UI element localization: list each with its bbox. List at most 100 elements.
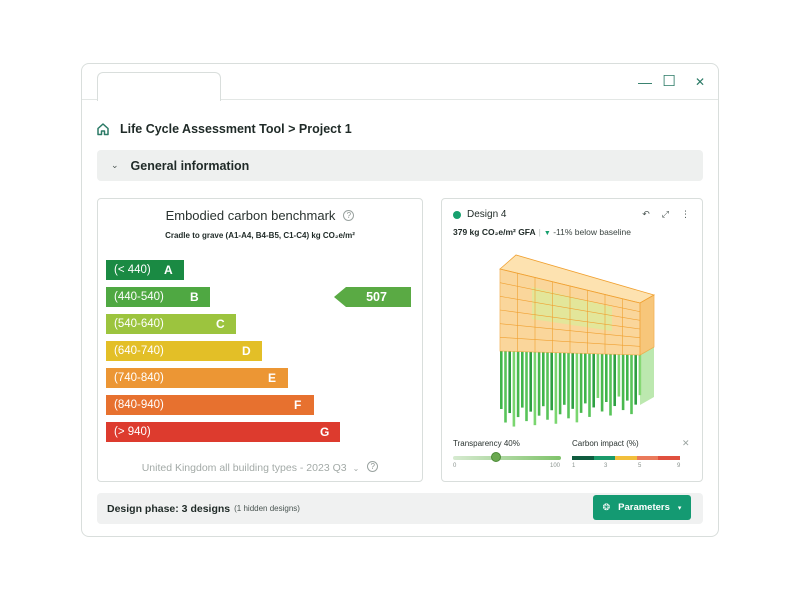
building-column xyxy=(563,352,566,405)
help-icon[interactable]: ? xyxy=(343,210,355,221)
hidden-designs-note: (1 hidden designs) xyxy=(234,504,300,513)
band-range: (540-640) xyxy=(114,318,164,330)
region-select[interactable]: United Kingdom all building types - 2023… xyxy=(98,461,422,474)
building-column xyxy=(542,352,545,407)
carbon-impact-scale xyxy=(572,456,680,460)
section-title: General information xyxy=(130,158,250,173)
building-column xyxy=(558,352,562,415)
chevron-down-icon[interactable]: ⌄ xyxy=(353,464,360,473)
building-column xyxy=(533,351,537,426)
benchmark-band-b: (440-540) B xyxy=(106,287,210,307)
building-column xyxy=(588,353,591,417)
building-column xyxy=(521,351,524,408)
design-value: 379 kg CO₂e/m² GFA xyxy=(453,227,536,237)
benchmark-title-row: Embodied carbon benchmark? xyxy=(98,208,422,223)
impact-segment xyxy=(658,456,680,460)
breadcrumb-label[interactable]: Life Cycle Assessment Tool > Project 1 xyxy=(120,122,352,136)
building-column xyxy=(621,354,625,411)
building-column xyxy=(634,354,637,405)
building-column xyxy=(537,352,541,416)
more-icon[interactable]: ⋮ xyxy=(681,209,690,220)
building-column xyxy=(546,352,549,420)
building-column xyxy=(592,353,595,408)
general-information-section[interactable]: ⌄ General information xyxy=(97,150,703,181)
building-column xyxy=(571,353,574,409)
breadcrumb: Life Cycle Assessment Tool > Project 1 xyxy=(96,120,352,138)
design-phase-bar: Design phase: 3 designs (1 hidden design… xyxy=(97,493,703,524)
home-icon[interactable] xyxy=(96,122,110,136)
building-column xyxy=(630,354,633,415)
band-grade: E xyxy=(268,371,277,385)
design-toolbar: ↶ ⤢ ⋮ xyxy=(642,209,690,220)
building-column xyxy=(613,354,616,407)
design-metric: 379 kg CO₂e/m² GFA | ▼ -11% below baseline xyxy=(453,227,631,237)
benchmark-subtitle: Cradle to grave (A1-A4, B4-B5, C1-C4) kg… xyxy=(165,231,355,240)
design-status-dot xyxy=(453,210,461,219)
impact-tick: 1 xyxy=(572,463,576,469)
impact-tick: 5 xyxy=(638,463,642,469)
building-column xyxy=(550,352,553,411)
carbon-impact-label: Carbon impact (%) xyxy=(572,439,639,448)
band-grade: A xyxy=(164,263,173,277)
benchmark-band-d: (640-740) D xyxy=(106,341,262,361)
building-side-face xyxy=(639,294,655,356)
transparency-min: 0 xyxy=(453,463,457,469)
transparency-slider[interactable] xyxy=(453,456,561,460)
chevron-down-icon[interactable]: ⌄ xyxy=(111,160,119,171)
benchmark-band-e: (740-840) E xyxy=(106,368,288,388)
building-column xyxy=(554,352,558,424)
parameters-button[interactable]: ❂ Parameters ▾ xyxy=(593,495,691,520)
building-column xyxy=(579,353,583,413)
benchmark-band-c: (540-640) C xyxy=(106,314,236,334)
benchmark-band-f: (840-940) F xyxy=(106,395,314,415)
browser-tab[interactable] xyxy=(97,72,221,101)
band-grade: G xyxy=(320,425,330,439)
building-column xyxy=(584,353,587,404)
parameters-button-label: Parameters xyxy=(618,502,670,513)
building-lower-side xyxy=(640,347,654,405)
building-column xyxy=(605,354,608,402)
design-name: Design 4 xyxy=(467,209,507,220)
close-icon[interactable]: ✕ xyxy=(692,74,708,90)
building-column xyxy=(600,353,604,412)
impact-segment xyxy=(615,456,637,460)
design-phase-label: Design phase: 3 designs xyxy=(107,502,231,515)
band-grade: C xyxy=(216,317,225,331)
building-column xyxy=(626,354,629,401)
maximize-icon[interactable]: ☐ xyxy=(661,74,677,90)
building-column xyxy=(516,351,520,418)
impact-segment xyxy=(593,456,616,460)
band-range: (> 940) xyxy=(114,426,151,438)
transparency-slider-handle[interactable] xyxy=(491,452,502,462)
band-range: (640-740) xyxy=(114,345,164,357)
metric-separator: | xyxy=(538,227,541,237)
close-icon[interactable]: ✕ xyxy=(682,438,690,449)
undo-icon[interactable]: ↶ xyxy=(642,209,650,220)
building-3d-model[interactable] xyxy=(492,247,662,431)
design-delta: -11% below baseline xyxy=(553,227,632,237)
design-header: Design 4 xyxy=(453,209,506,220)
building-column xyxy=(529,351,532,412)
impact-tick: 3 xyxy=(604,463,608,469)
building-column xyxy=(567,352,570,419)
building-column xyxy=(617,354,621,397)
band-grade: B xyxy=(190,290,199,304)
help-icon[interactable]: ? xyxy=(367,461,379,472)
design-card: Design 4 ↶ ⤢ ⋮ 379 kg CO₂e/m² GFA | ▼ -11%… xyxy=(441,198,703,482)
transparency-label: Transparency 40% xyxy=(453,439,520,448)
building-column xyxy=(575,353,579,423)
building-column xyxy=(500,351,503,409)
expand-icon[interactable]: ⤢ xyxy=(662,209,669,220)
band-grade: F xyxy=(294,398,302,412)
minimize-icon[interactable]: — xyxy=(637,74,653,90)
chevron-down-icon: ▾ xyxy=(677,504,682,512)
transparency-max: 100 xyxy=(550,463,561,469)
band-grade: D xyxy=(242,344,251,358)
building-lower-floors xyxy=(500,347,654,427)
band-range: (740-840) xyxy=(114,372,164,384)
benchmark-band-a: (< 440) A xyxy=(106,260,184,280)
band-range: (840-940) xyxy=(114,399,164,411)
benchmark-band-g: (> 940) G xyxy=(106,422,340,442)
gear-icon: ❂ xyxy=(602,502,611,512)
region-label: United Kingdom all building types - 2023… xyxy=(141,462,347,474)
